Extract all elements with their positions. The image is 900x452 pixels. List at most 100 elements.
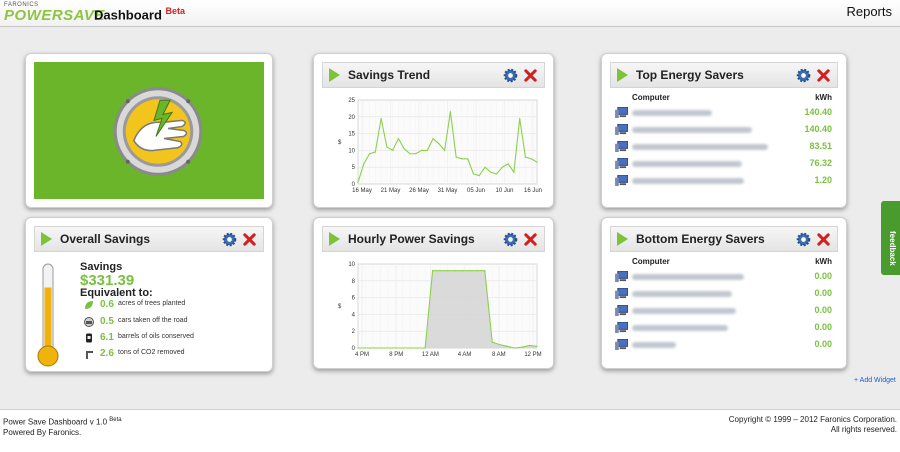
leaf-icon [85, 301, 93, 309]
kwh-value: 140.40 [804, 107, 832, 117]
expand-arrow-icon[interactable] [329, 68, 340, 82]
gear-icon[interactable] [503, 232, 518, 247]
data-point [439, 270, 441, 272]
footer-right: Copyright © 1999 – 2012 Faronics Corpora… [729, 415, 897, 435]
equivalent-text: tons of CO2 removed [118, 349, 185, 356]
x-tick-label: 31 May [438, 188, 458, 194]
close-icon[interactable] [242, 232, 257, 247]
co2-icon [86, 351, 93, 359]
table-header: Computer kWh [632, 257, 832, 269]
data-point [461, 158, 463, 160]
reports-link[interactable]: Reports [846, 4, 892, 19]
gear-icon[interactable] [503, 68, 518, 83]
data-point [368, 153, 371, 155]
x-tick-label: 16 May [352, 188, 372, 194]
equivalent-value: 0.5 [100, 316, 114, 327]
powersave-logo[interactable]: FARONICS POWERSAVE [4, 2, 104, 24]
table-row[interactable]: 0.00 [610, 303, 832, 319]
data-point [455, 156, 457, 158]
data-point [444, 149, 446, 151]
equivalent-value: 2.6 [100, 348, 114, 359]
data-point [467, 158, 469, 160]
data-point [490, 171, 492, 173]
computer-name-redacted [632, 342, 676, 348]
logo-panel [34, 62, 264, 199]
savings-trend-chart: 051015202516 May 21 May 26 May 31 May 05 Jun… [338, 98, 542, 194]
table-row[interactable]: 76.32 [610, 156, 832, 172]
data-point [513, 171, 515, 173]
data-point [507, 163, 509, 165]
add-widget-link[interactable]: + Add Widget [854, 377, 896, 384]
y-tick-label: 10 [348, 262, 355, 268]
data-point [478, 175, 480, 177]
widget-header: Bottom Energy Savers [610, 226, 838, 252]
hourly-savings-chart: 02468104 PM 8 PM 12 AM 4 AM 8 AM 12 PM$ [338, 262, 542, 358]
top-energy-savers-widget: Top Energy Savers Computer kWh 140.40 14… [601, 53, 847, 208]
data-point [530, 158, 532, 160]
overall-savings-widget: Overall Savings Savings $331.39 Equivale… [25, 217, 273, 372]
computer-name-redacted [632, 144, 768, 150]
savings-trend-widget: Savings Trend 0 5 10 15 20 25 16 May 21 May 26 M… [313, 53, 554, 208]
data-point [519, 117, 521, 120]
expand-arrow-icon[interactable] [41, 232, 52, 246]
data-point [506, 345, 508, 347]
close-icon[interactable] [523, 232, 538, 247]
table-row[interactable]: 140.40 [610, 122, 832, 138]
data-point [536, 161, 538, 163]
y-tick-label: 6 [352, 296, 356, 302]
data-point [397, 138, 400, 140]
kwh-value: 0.00 [814, 288, 832, 298]
expand-arrow-icon[interactable] [617, 232, 628, 246]
table-row[interactable]: 1.20 [610, 173, 832, 189]
logo-product: POWERSAVE [4, 7, 105, 24]
expand-arrow-icon[interactable] [329, 232, 340, 246]
gear-icon[interactable] [222, 232, 237, 247]
computer-name-redacted [632, 308, 736, 314]
gear-icon[interactable] [796, 68, 811, 83]
feedback-tab[interactable]: feedback [881, 201, 900, 275]
data-point [379, 347, 381, 349]
computer-icon [615, 322, 628, 333]
computer-name-redacted [632, 291, 732, 297]
widget-header: Savings Trend [322, 62, 545, 88]
table-row[interactable]: 0.00 [610, 320, 832, 336]
table-row[interactable]: 140.40 [610, 105, 832, 121]
kwh-value: 0.00 [814, 305, 832, 315]
close-icon[interactable] [816, 68, 831, 83]
kwh-value: 0.00 [814, 322, 832, 332]
close-icon[interactable] [523, 68, 538, 83]
bottom-energy-savers-widget: Bottom Energy Savers Computer kWh 0.00 0… [601, 217, 847, 369]
equivalent-value: 6.1 [100, 332, 114, 343]
computer-icon [615, 305, 628, 316]
top-header: FARONICS POWERSAVE Dashboard Beta Report… [0, 0, 900, 27]
y-tick-label: 25 [348, 98, 355, 104]
widget-title: Bottom Energy Savers [636, 232, 765, 246]
data-point [501, 166, 503, 168]
data-point [521, 346, 523, 348]
expand-arrow-icon[interactable] [617, 68, 628, 82]
data-point [524, 156, 527, 158]
close-icon[interactable] [816, 232, 831, 247]
kwh-value: 83.51 [809, 141, 832, 151]
table-row[interactable]: 83.51 [610, 139, 832, 155]
data-point [469, 270, 471, 272]
y-tick-label: 15 [348, 132, 355, 138]
footer-left: Power Save Dashboard v 1.0 Beta Powered … [3, 415, 122, 438]
data-point [484, 270, 486, 272]
widget-header: Top Energy Savers [610, 62, 838, 88]
table-row[interactable]: 0.00 [610, 337, 832, 353]
table-row[interactable]: 0.00 [610, 286, 832, 302]
data-point [536, 345, 538, 347]
y-tick-label: 8 [352, 279, 356, 285]
data-point [387, 347, 389, 349]
kwh-value: 0.00 [814, 271, 832, 281]
data-point [499, 344, 501, 346]
footer-rights: All rights reserved. [830, 425, 897, 434]
table-row[interactable]: 0.00 [610, 269, 832, 285]
gear-icon[interactable] [796, 232, 811, 247]
data-point [402, 347, 404, 349]
y-tick-label: 2 [352, 329, 356, 335]
equivalent-value: 0.6 [100, 299, 114, 310]
data-point [461, 270, 464, 272]
data-point [491, 341, 493, 343]
